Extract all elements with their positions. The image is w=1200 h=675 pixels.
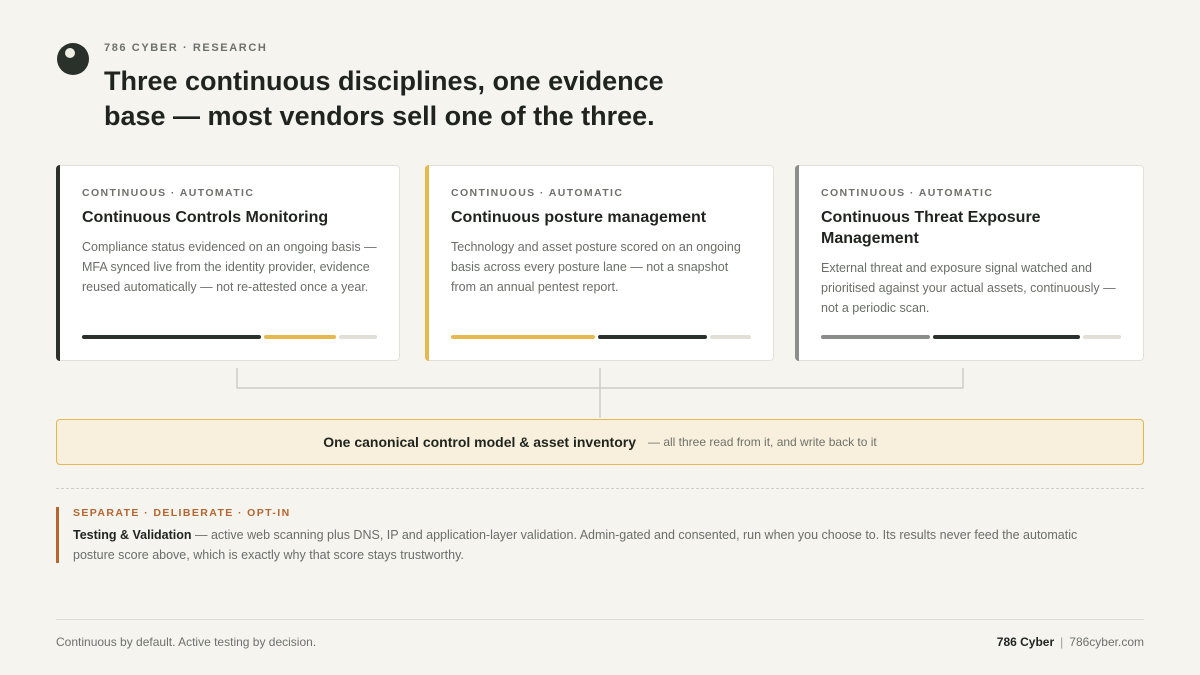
canonical-model-title: One canonical control model & asset inve…	[323, 434, 636, 450]
footer-brand-name: 786 Cyber	[996, 635, 1055, 649]
footer-divider	[56, 619, 1144, 620]
section-divider	[56, 488, 1144, 489]
footer-tagline: Continuous by default. Active testing by…	[56, 635, 317, 649]
footer-url: 786cyber.com	[1069, 635, 1144, 649]
footer-pipe: |	[1060, 635, 1064, 649]
testing-title: Testing & Validation	[73, 528, 192, 542]
testing-validation-block: SEPARATE · DELIBERATE · OPT-IN Testing &…	[56, 507, 1096, 563]
footer-brand: 786 Cyber | 786cyber.com	[997, 635, 1144, 649]
connector-lines	[236, 368, 964, 418]
testing-body: — active web scanning plus DNS, IP and a…	[73, 528, 1078, 562]
canonical-model-subtitle: — all three read from it, and write back…	[647, 435, 877, 449]
testing-text: Testing & Validation — active web scanni…	[73, 525, 1096, 565]
testing-tag: SEPARATE · DELIBERATE · OPT-IN	[73, 507, 291, 519]
canonical-model-box: One canonical control model & asset inve…	[56, 419, 1144, 465]
